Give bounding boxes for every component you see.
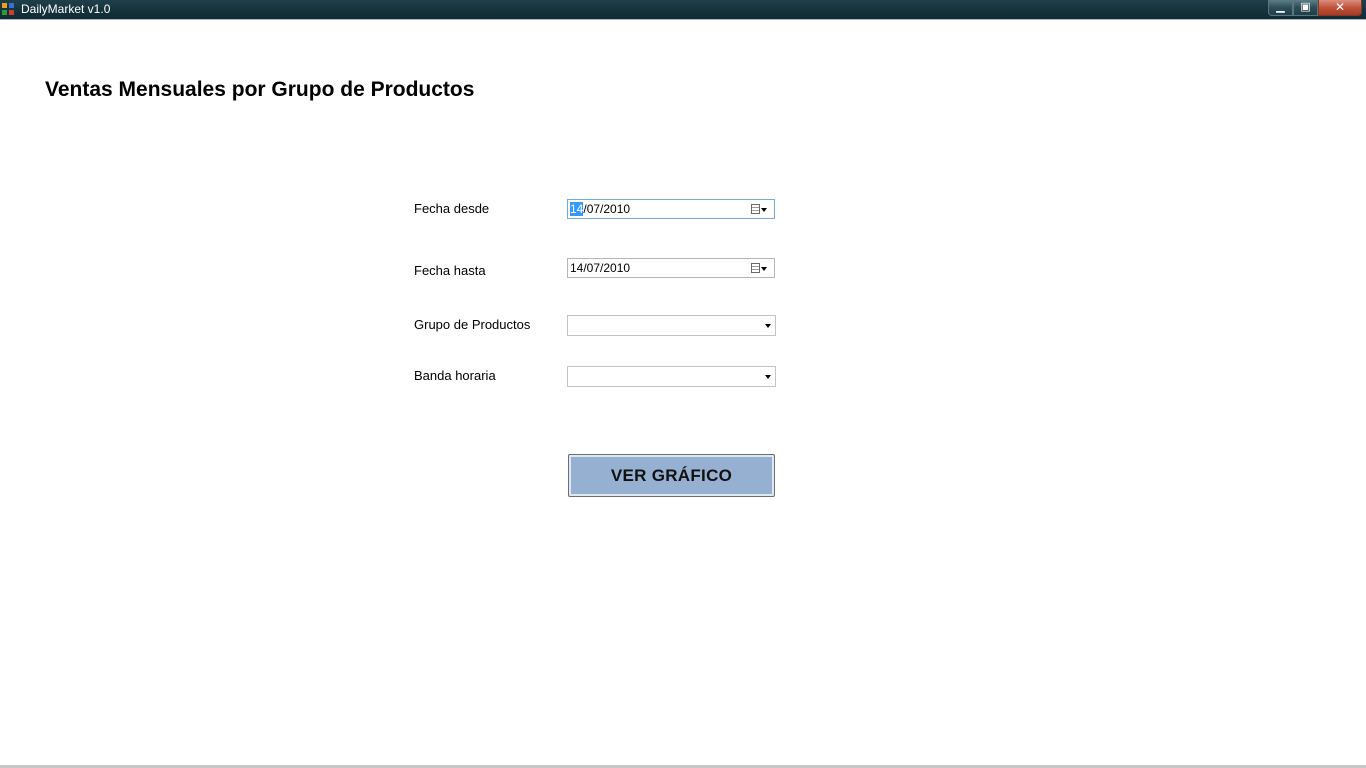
banda-horaria-select[interactable] xyxy=(567,366,776,387)
fecha-desde-value: 14/07/2010 xyxy=(570,202,630,217)
chevron-down-icon[interactable] xyxy=(761,208,767,212)
maximize-button[interactable]: ▣ xyxy=(1293,0,1318,16)
grupo-productos-select[interactable] xyxy=(567,315,776,336)
chevron-down-icon[interactable] xyxy=(765,324,771,328)
close-icon: ✕ xyxy=(1334,0,1346,14)
fecha-hasta-datepicker[interactable]: 14/07/2010 xyxy=(567,258,775,278)
fecha-hasta-label: Fecha hasta xyxy=(414,263,486,278)
chevron-down-icon[interactable] xyxy=(765,375,771,379)
page-title: Ventas Mensuales por Grupo de Productos xyxy=(45,78,475,101)
fecha-desde-datepicker[interactable]: 14/07/2010 xyxy=(567,199,775,219)
app-icon[interactable] xyxy=(2,3,15,16)
window-title: DailyMarket v1.0 xyxy=(21,2,111,16)
calendar-icon[interactable] xyxy=(751,263,760,273)
fecha-hasta-value: 14/07/2010 xyxy=(570,261,631,275)
window-controls: ▁ ▣ ✕ xyxy=(1268,0,1362,17)
grupo-productos-label: Grupo de Productos xyxy=(414,317,531,332)
fecha-desde-label: Fecha desde xyxy=(414,201,490,216)
minimize-icon: ▁ xyxy=(1276,1,1285,13)
fecha-desde-value-rest: /07/2010 xyxy=(583,202,631,216)
banda-horaria-label: Banda horaria xyxy=(414,368,496,383)
fecha-desde-day-selection: 14 xyxy=(570,202,584,216)
titlebar-divider xyxy=(0,19,1366,20)
window-titlebar[interactable]: DailyMarket v1.0 ▁ ▣ ✕ xyxy=(0,0,1366,19)
ver-grafico-button[interactable]: VER GRÁFICO xyxy=(568,454,775,497)
maximize-icon: ▣ xyxy=(1300,1,1311,13)
chevron-down-icon[interactable] xyxy=(761,267,767,271)
calendar-icon[interactable] xyxy=(751,204,760,214)
minimize-button[interactable]: ▁ xyxy=(1268,0,1293,16)
close-button[interactable]: ✕ xyxy=(1318,0,1362,16)
